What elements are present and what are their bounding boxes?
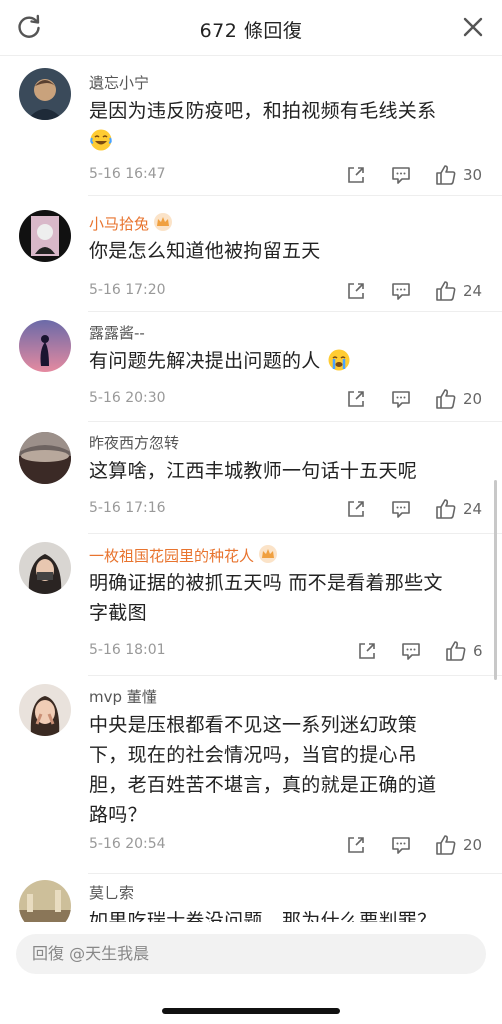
comment-icon[interactable] [390,164,412,186]
crown-badge-icon [153,212,173,236]
comment-icon[interactable] [390,834,412,856]
share-icon[interactable] [345,834,367,856]
avatar[interactable] [19,320,71,372]
comment-text: 你是怎么知道他被拘留五天 [89,236,474,266]
share-icon[interactable] [345,280,367,302]
comment-line: 下，现在的社会情况吗，当官的提心吊 [89,744,418,766]
comment-time: 5-16 20:30 [89,390,166,406]
comment-line: 胆，老百姓苦不堪言，真的就是正确的道 [89,774,437,796]
reply-input[interactable]: 回復 @天生我晨 [16,934,486,974]
share-icon[interactable] [345,388,367,410]
close-icon[interactable] [460,14,486,40]
like-count: 6 [473,642,483,660]
comment-author[interactable]: 遺忘小宁 [89,72,149,93]
share-icon[interactable] [356,640,378,662]
comment-time: 5-16 17:16 [89,500,166,516]
comment-author[interactable]: 露露酱-- [89,322,145,343]
like-icon[interactable] [435,388,457,410]
comment-meta: 5-16 17:16 24 [89,498,484,522]
comment-item: 遺忘小宁 是因为违反防疫吧，和拍视频有毛线关系 5-16 16:47 30 [0,56,502,196]
like-count: 30 [463,166,483,184]
crown-badge-icon [258,544,278,568]
avatar[interactable] [19,684,71,736]
like-count: 24 [463,282,483,300]
comment-item: 昨夜西方忽转 这算啥，江西丰城教师一句话十五天呢 5-16 17:16 24 [0,422,502,534]
author-name: 小马拾兔 [89,215,150,233]
comment-icon[interactable] [390,280,412,302]
avatar[interactable] [19,542,71,594]
comment-text: 有问题先解决提出问题的人 [89,346,474,381]
comment-item: 小马拾兔 你是怎么知道他被拘留五天 5-16 17:20 24 [0,196,502,312]
comment-author[interactable]: 一枚祖国花园里的种花人 [89,544,278,568]
comment-time: 5-16 20:54 [89,836,166,852]
comment-item: mvp 董懂 中央是压根都看不见这一系列迷幻政策 下，现在的社会情况吗，当官的提… [0,676,502,874]
comment-line: 明确证据的被抓五天吗 而不是看着那些文 [89,572,443,594]
comment-line: 这算啥，江西丰城教师一句话十五天呢 [89,460,418,482]
like-icon[interactable] [435,280,457,302]
comment-list[interactable]: 遺忘小宁 是因为违反防疫吧，和拍视频有毛线关系 5-16 16:47 30 小马… [0,56,502,922]
like-count: 20 [463,390,483,408]
comment-line: 中央是压根都看不见这一系列迷幻政策 [89,714,418,736]
laugh-cry-emoji-icon [89,128,113,161]
like-icon[interactable] [445,640,467,662]
comment-author[interactable]: mvp 董懂 [89,686,157,707]
comment-meta: 5-16 20:30 20 [89,388,484,412]
comment-item: 露露酱-- 有问题先解决提出问题的人 5-16 20:30 20 [0,312,502,422]
comment-line: 路吗？ [89,804,147,826]
comment-line: 是因为违反防疫吧，和拍视频有毛线关系 [89,100,437,122]
share-icon[interactable] [345,164,367,186]
comment-meta: 5-16 18:01 6 [89,640,484,664]
comment-time: 5-16 18:01 [89,642,166,658]
comment-line: 有问题先解决提出问题的人 [89,350,321,372]
comment-text: 中央是压根都看不见这一系列迷幻政策 下，现在的社会情况吗，当官的提心吊 胆，老百… [89,710,474,830]
comment-line: 如果吃瑞士卷没问题，那为什么要判罪？ [89,910,437,922]
comment-author[interactable]: 莫乚索 [89,882,134,903]
comment-item: 莫乚索 如果吃瑞士卷没问题，那为什么要判罪？ [0,874,502,922]
comment-meta: 5-16 17:20 24 [89,280,484,304]
comment-meta: 5-16 20:54 20 [89,834,484,858]
avatar[interactable] [19,880,71,922]
comment-line: 你是怎么知道他被拘留五天 [89,240,321,262]
comment-meta: 5-16 16:47 30 [89,164,484,188]
avatar[interactable] [19,210,71,262]
comment-text: 如果吃瑞士卷没问题，那为什么要判罪？ [89,906,474,922]
comment-text: 是因为违反防疫吧，和拍视频有毛线关系 [89,96,474,161]
header: 672 條回復 [0,0,502,56]
author-name: 一枚祖国花园里的种花人 [89,547,255,565]
comment-text: 明确证据的被抓五天吗 而不是看着那些文 字截图 [89,568,474,628]
comment-item: 一枚祖国花园里的种花人 明确证据的被抓五天吗 而不是看着那些文 字截图 5-16… [0,534,502,676]
comment-line: 字截图 [89,602,147,624]
avatar[interactable] [19,68,71,120]
home-indicator[interactable] [162,1008,340,1014]
like-count: 20 [463,836,483,854]
crying-emoji-icon [327,348,351,381]
like-count: 24 [463,500,483,518]
comment-time: 5-16 16:47 [89,166,166,182]
share-icon[interactable] [345,498,367,520]
comment-time: 5-16 17:20 [89,282,166,298]
like-icon[interactable] [435,164,457,186]
like-icon[interactable] [435,834,457,856]
scrollbar[interactable] [494,480,497,680]
comment-icon[interactable] [400,640,422,662]
comment-icon[interactable] [390,498,412,520]
page-title: 672 條回復 [199,20,303,42]
comment-text: 这算啥，江西丰城教师一句话十五天呢 [89,456,474,486]
avatar[interactable] [19,432,71,484]
comment-author[interactable]: 小马拾兔 [89,212,173,236]
footer: 回復 @天生我晨 [0,922,502,1024]
comment-icon[interactable] [390,388,412,410]
comment-author[interactable]: 昨夜西方忽转 [89,432,179,453]
like-icon[interactable] [435,498,457,520]
